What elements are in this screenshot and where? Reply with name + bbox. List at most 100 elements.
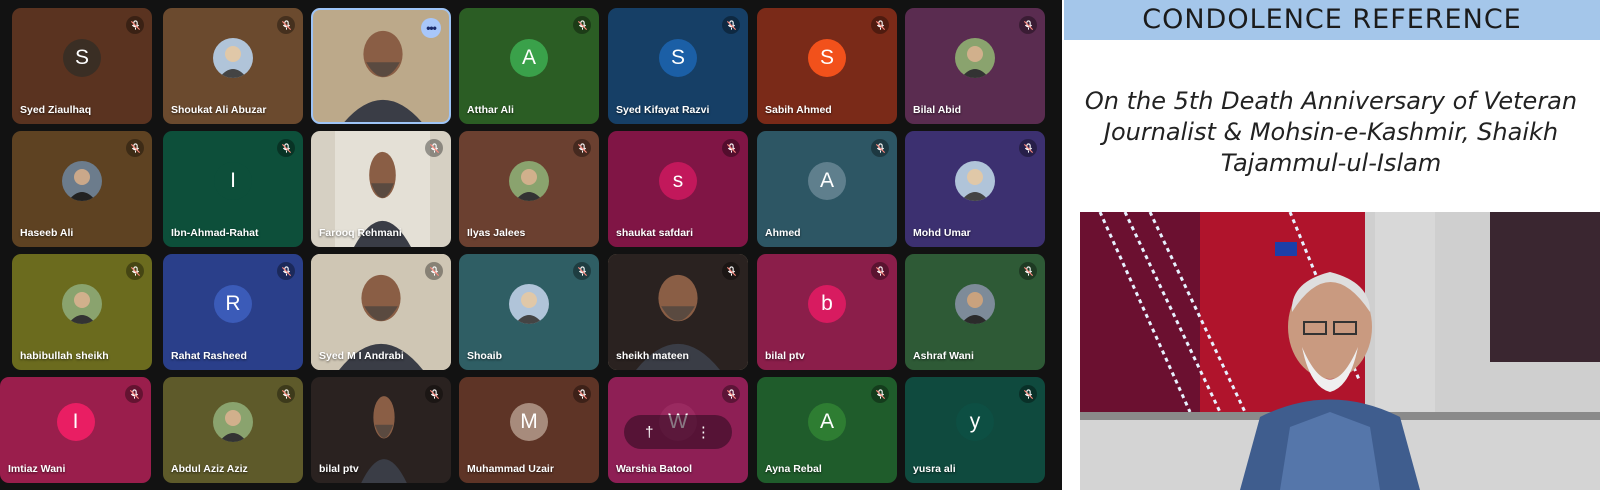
mic-off-icon bbox=[126, 139, 144, 157]
participant-name: Warshia Batool bbox=[616, 463, 693, 475]
participant-name: Rahat Rasheed bbox=[171, 350, 247, 362]
participant-tile[interactable]: Bilal Abid bbox=[905, 8, 1045, 124]
participant-tile[interactable]: Haseeb Ali bbox=[12, 131, 152, 247]
mic-off-icon bbox=[277, 16, 295, 34]
participant-avatar: S bbox=[659, 39, 697, 77]
participant-avatar: S bbox=[808, 39, 846, 77]
participant-tile[interactable]: b bilal ptv bbox=[757, 254, 897, 370]
participant-tile[interactable]: Shoaib bbox=[459, 254, 599, 370]
participant-name: Muhammad Uzair bbox=[467, 463, 554, 475]
participant-photo bbox=[213, 402, 253, 442]
participant-name: Ibn-Ahmad-Rahat bbox=[171, 227, 259, 239]
participant-name: sheikh mateen bbox=[616, 350, 689, 362]
participant-tile[interactable]: A Ahmed bbox=[757, 131, 897, 247]
participant-tile[interactable]: S Syed Ziaulhaq bbox=[12, 8, 152, 124]
more-options-icon[interactable]: ••• bbox=[421, 18, 441, 38]
slide-speaker-photo bbox=[1080, 212, 1600, 490]
mic-off-icon bbox=[425, 139, 443, 157]
participant-tile[interactable]: I Ibn-Ahmad-Rahat bbox=[163, 131, 303, 247]
participant-avatar: A bbox=[808, 162, 846, 200]
participant-tile[interactable]: I Imtiaz Wani bbox=[0, 377, 151, 483]
participant-photo bbox=[509, 161, 549, 201]
overflow-menu-icon[interactable]: ⋮ bbox=[696, 423, 711, 441]
mic-off-icon bbox=[125, 385, 143, 403]
participant-name: habibullah sheikh bbox=[20, 350, 109, 362]
slide-body: On the 5th Death Anniversary of Veteran … bbox=[1062, 86, 1600, 179]
participant-name: Syed M I Andrabi bbox=[319, 350, 404, 362]
participant-avatar: I bbox=[56, 403, 95, 441]
participant-tile[interactable]: S Syed Kifayat Razvi bbox=[608, 8, 748, 124]
participant-name: Imtiaz Wani bbox=[8, 463, 66, 475]
participant-avatar: M bbox=[510, 403, 548, 441]
participant-avatar: R bbox=[214, 285, 252, 323]
mic-off-icon bbox=[573, 139, 591, 157]
participant-avatar: A bbox=[510, 39, 548, 77]
mic-off-icon bbox=[277, 262, 295, 280]
participant-tile[interactable]: Ilyas Jalees bbox=[459, 131, 599, 247]
slide-line-2: Journalist & Mohsin-e-Kashmir, Shaikh bbox=[1103, 118, 1559, 146]
participant-tile[interactable]: A Ayna Rebal bbox=[757, 377, 897, 483]
participant-name: bilal ptv bbox=[765, 350, 805, 362]
participant-tile[interactable]: ••• bbox=[311, 8, 451, 124]
participant-avatar: y bbox=[956, 403, 994, 441]
participant-name: Ashraf Wani bbox=[913, 350, 974, 362]
participant-name: Mohd Umar bbox=[913, 227, 971, 239]
participant-tile[interactable]: sheikh mateen bbox=[608, 254, 748, 370]
mic-off-icon bbox=[573, 16, 591, 34]
participant-name: Abdul Aziz Aziz bbox=[171, 463, 248, 475]
mic-off-icon bbox=[722, 385, 740, 403]
participant-name: Shoukat Ali Abuzar bbox=[171, 104, 267, 116]
participant-tile[interactable]: Shoukat Ali Abuzar bbox=[163, 8, 303, 124]
participant-photo bbox=[955, 161, 995, 201]
participant-name: Haseeb Ali bbox=[20, 227, 74, 239]
participant-photo bbox=[955, 38, 995, 78]
participant-tile[interactable]: Syed M I Andrabi bbox=[311, 254, 451, 370]
pin-icon[interactable]: † bbox=[645, 424, 653, 441]
mic-off-icon bbox=[1019, 262, 1037, 280]
participant-tile[interactable]: s shaukat safdari bbox=[608, 131, 748, 247]
participant-tile[interactable]: bilal ptv bbox=[311, 377, 451, 483]
participant-grid: S Syed Ziaulhaq Shoukat Ali Abuzar ••• A Atth… bbox=[0, 0, 1062, 490]
participant-avatar: s bbox=[659, 162, 697, 200]
mic-off-icon bbox=[871, 16, 889, 34]
participant-tile[interactable]: S Sabih Ahmed bbox=[757, 8, 897, 124]
participant-tile[interactable]: Abdul Aziz Aziz bbox=[163, 377, 303, 483]
mic-off-icon bbox=[871, 385, 889, 403]
participant-tile[interactable]: Farooq Rehmani bbox=[311, 131, 451, 247]
mic-off-icon bbox=[722, 262, 740, 280]
participant-tile[interactable]: R Rahat Rasheed bbox=[163, 254, 303, 370]
participant-photo bbox=[213, 38, 253, 78]
participant-tile[interactable]: Ashraf Wani bbox=[905, 254, 1045, 370]
participant-photo bbox=[509, 284, 549, 324]
participant-tile[interactable]: A Atthar Ali bbox=[459, 8, 599, 124]
participant-tile[interactable]: habibullah sheikh bbox=[12, 254, 152, 370]
mic-off-icon bbox=[1019, 139, 1037, 157]
mic-off-icon bbox=[722, 139, 740, 157]
participant-avatar: S bbox=[63, 39, 101, 77]
mic-off-icon bbox=[126, 16, 144, 34]
speaker-photo-image bbox=[1080, 212, 1600, 490]
participant-tile[interactable]: Mohd Umar bbox=[905, 131, 1045, 247]
mic-off-icon bbox=[425, 385, 443, 403]
participant-name: Bilal Abid bbox=[913, 104, 962, 116]
participant-photo bbox=[62, 161, 102, 201]
mic-off-icon bbox=[871, 262, 889, 280]
participant-avatar: A bbox=[808, 403, 846, 441]
participant-name: Syed Kifayat Razvi bbox=[616, 104, 710, 116]
participant-name: Ahmed bbox=[765, 227, 801, 239]
participant-tile[interactable]: WWarshia Batool†⋮ bbox=[608, 377, 748, 483]
mic-off-icon bbox=[573, 385, 591, 403]
participant-avatar: b bbox=[808, 285, 846, 323]
slide-header: CONDOLENCE REFERENCE bbox=[1064, 0, 1600, 40]
mic-off-icon bbox=[277, 139, 295, 157]
slide-line-1: On the 5th Death Anniversary of Veteran bbox=[1084, 87, 1578, 115]
slide-line-3: Tajammul-ul-Islam bbox=[1220, 149, 1442, 177]
tile-hover-controls: † ⋮ bbox=[624, 415, 732, 449]
mic-off-icon bbox=[126, 262, 144, 280]
participant-tile[interactable]: M Muhammad Uzair bbox=[459, 377, 599, 483]
mic-off-icon bbox=[871, 139, 889, 157]
participant-name: shaukat safdari bbox=[616, 227, 694, 239]
participant-avatar: I bbox=[214, 162, 252, 200]
participant-photo bbox=[955, 284, 995, 324]
participant-tile[interactable]: y yusra ali bbox=[905, 377, 1045, 483]
